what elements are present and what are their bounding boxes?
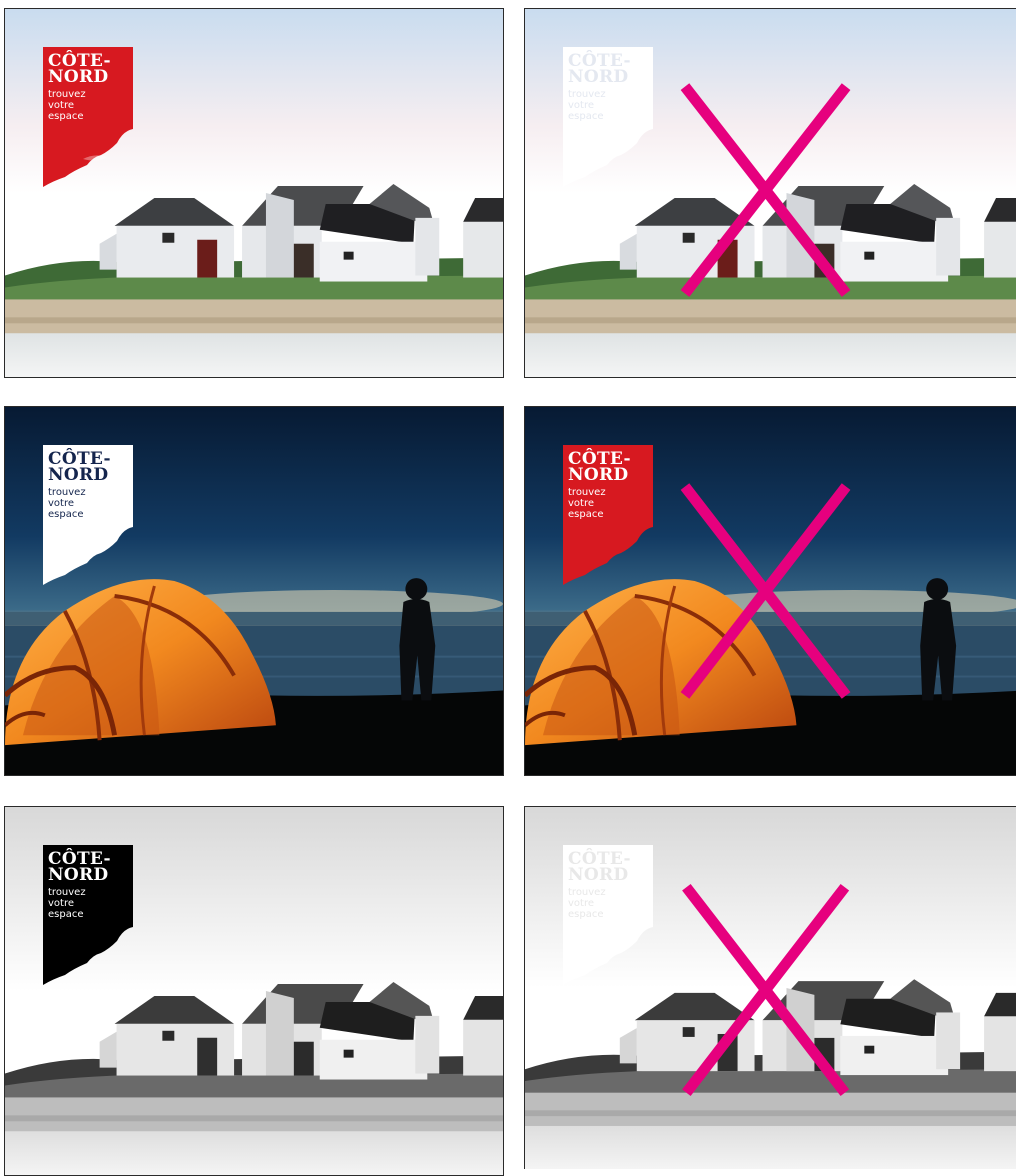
cote-nord-logo: CÔTE- NORD trouvez votre espace: [43, 47, 133, 187]
cote-nord-logo: CÔTE- NORD trouvez votre espace: [43, 845, 133, 985]
panel-cabins-white-faded: CÔTE- NORD trouvez votre espace: [524, 8, 1016, 378]
incorrect-x-mark: [680, 483, 851, 699]
logo-line2: NORD: [48, 865, 109, 885]
panel-cabins-bw-white: CÔTE- NORD trouvez votre espace: [524, 806, 1016, 1169]
logo-line2: NORD: [48, 465, 109, 485]
panel-tent-white: CÔTE- NORD trouvez votre espace: [4, 406, 504, 776]
panel-cabins-bw-black: CÔTE- NORD trouvez votre espace: [4, 806, 504, 1176]
incorrect-x-mark: [682, 883, 850, 1096]
panel-tent-red: CÔTE- NORD trouvez votre espace: [524, 406, 1016, 776]
cote-nord-logo: CÔTE- NORD trouvez votre espace: [43, 445, 133, 585]
panel-cabins-red: CÔTE- NORD trouvez votre espace: [4, 8, 504, 378]
logo-line2: NORD: [48, 67, 109, 87]
logo-tagline: trouvez votre espace: [48, 487, 86, 520]
incorrect-x-mark: [680, 83, 851, 297]
logo-tagline: trouvez votre espace: [48, 887, 86, 920]
logo-tagline: trouvez votre espace: [48, 89, 86, 122]
